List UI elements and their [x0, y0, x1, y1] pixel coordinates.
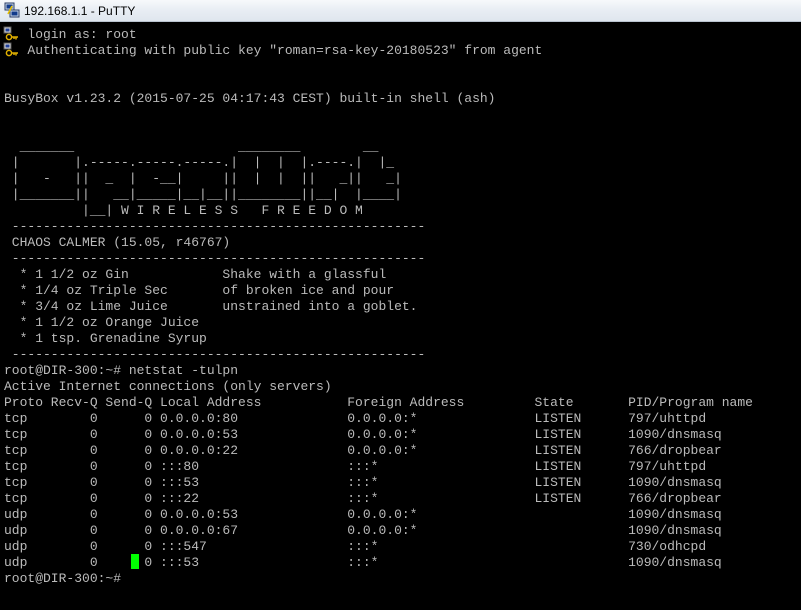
terminal-line: BusyBox v1.23.2 (2015-07-25 04:17:43 CES… [4, 91, 496, 106]
terminal-line: udp 0 0 0.0.0.0:67 0.0.0.0:* 1090/dnsmas… [4, 523, 722, 538]
terminal-line: tcp 0 0 0.0.0.0:22 0.0.0.0:* LISTEN 766/… [4, 443, 722, 458]
terminal-line: tcp 0 0 0.0.0.0:80 0.0.0.0:* LISTEN 797/… [4, 411, 707, 426]
terminal-line: ----------------------------------------… [4, 219, 426, 234]
terminal-line: root@DIR-300:~# netstat -tulpn [4, 363, 239, 378]
terminal-line: * 3/4 oz Lime Juice unstrained into a go… [4, 299, 418, 314]
terminal-line: tcp 0 0 0.0.0.0:53 0.0.0.0:* LISTEN 1090… [4, 427, 722, 442]
terminal-line: tcp 0 0 :::80 :::* LISTEN 797/uhttpd [4, 459, 707, 474]
terminal-line: | |.-----.-----.-----.| | | |.----.| |_ [4, 155, 395, 170]
putty-icon[interactable] [4, 2, 20, 18]
terminal-line: Authenticating with public key "roman=rs… [4, 43, 543, 58]
terminal-line: ----------------------------------------… [4, 347, 426, 362]
terminal-line: udp 0 0 0.0.0.0:53 0.0.0.0:* 1090/dnsmas… [4, 507, 722, 522]
terminal-line: * 1/4 oz Triple Sec of broken ice and po… [4, 283, 395, 298]
terminal-line: |__| W I R E L E S S F R E E D O M [4, 203, 363, 218]
key-icon [3, 26, 21, 42]
terminal-line: _______ ________ __ [4, 139, 379, 154]
terminal-line: * 1 1/2 oz Gin Shake with a glassful [4, 267, 387, 282]
terminal-line: | - || _ | -__| || | | || _|| _| [4, 171, 402, 186]
terminal-line: |_______|| __|_____|__|__||________||__|… [4, 187, 402, 202]
terminal-cursor [131, 554, 139, 569]
terminal-line: Active Internet connections (only server… [4, 379, 332, 394]
terminal-line: tcp 0 0 :::22 :::* LISTEN 766/dropbear [4, 491, 722, 506]
window-title: 192.168.1.1 - PuTTY [24, 4, 136, 18]
terminal-line: udp 0 0 :::53 :::* 1090/dnsmasq [4, 555, 722, 570]
key-icon [3, 42, 21, 58]
terminal-line: Proto Recv-Q Send-Q Local Address Foreig… [4, 395, 753, 410]
terminal-line: * 1 1/2 oz Orange Juice [4, 315, 200, 330]
putty-window: 192.168.1.1 - PuTTY login as: root Authe… [0, 0, 801, 610]
terminal-line: * 1 tsp. Grenadine Syrup [4, 331, 207, 346]
terminal-line: CHAOS CALMER (15.05, r46767) [4, 235, 231, 250]
terminal-line: ----------------------------------------… [4, 251, 426, 266]
title-bar[interactable]: 192.168.1.1 - PuTTY [0, 0, 801, 22]
terminal-line: tcp 0 0 :::53 :::* LISTEN 1090/dnsmasq [4, 475, 722, 490]
terminal-line: login as: root [4, 27, 137, 42]
terminal-screen[interactable]: login as: root Authenticating with publi… [0, 22, 801, 610]
terminal-line: udp 0 0 :::547 :::* 730/odhcpd [4, 539, 707, 554]
terminal-line: root@DIR-300:~# [4, 571, 129, 586]
